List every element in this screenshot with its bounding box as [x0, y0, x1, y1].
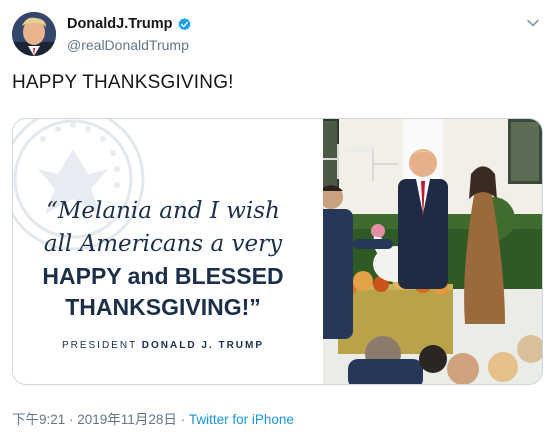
tweet-text: HAPPY THANKSGIVING! [12, 72, 234, 93]
tweet: DonaldJ.Trump @realDonaldTrump HAPPY THA… [0, 0, 558, 432]
attribution-name: DONALD J. TRUMP [141, 340, 265, 351]
quote-line-1: “Melania and I wish [46, 198, 280, 224]
quote-line-2: all Americans a very [43, 231, 283, 257]
tweet-media-image[interactable]: “Melania and I wish all Americans a very… [12, 118, 543, 385]
quote-attribution: PRESIDENT DONALD J. TRUMP [13, 340, 313, 351]
tweet-meta: 下午9:21 · 2019年11月28日 · Twitter for iPhon… [12, 408, 294, 428]
author-name-row: DonaldJ.Trump [67, 16, 192, 32]
tweet-source-link[interactable]: Twitter for iPhone [189, 412, 294, 427]
quote-panel: “Melania and I wish all Americans a very… [13, 119, 323, 384]
attribution-title: PRESIDENT [61, 340, 142, 351]
quote-line-4: THANKSGIVING!” [65, 294, 261, 320]
quote-line-3: HAPPY and BLESSED [42, 263, 284, 289]
verified-badge-icon [177, 17, 192, 32]
chevron-down-icon[interactable] [526, 16, 540, 30]
tweet-timestamp[interactable]: 下午9:21 · 2019年11月28日 · [12, 412, 189, 427]
avatar[interactable] [12, 12, 56, 56]
author-display-name[interactable]: DonaldJ.Trump [67, 16, 173, 32]
author-handle[interactable]: @realDonaldTrump [67, 37, 189, 53]
